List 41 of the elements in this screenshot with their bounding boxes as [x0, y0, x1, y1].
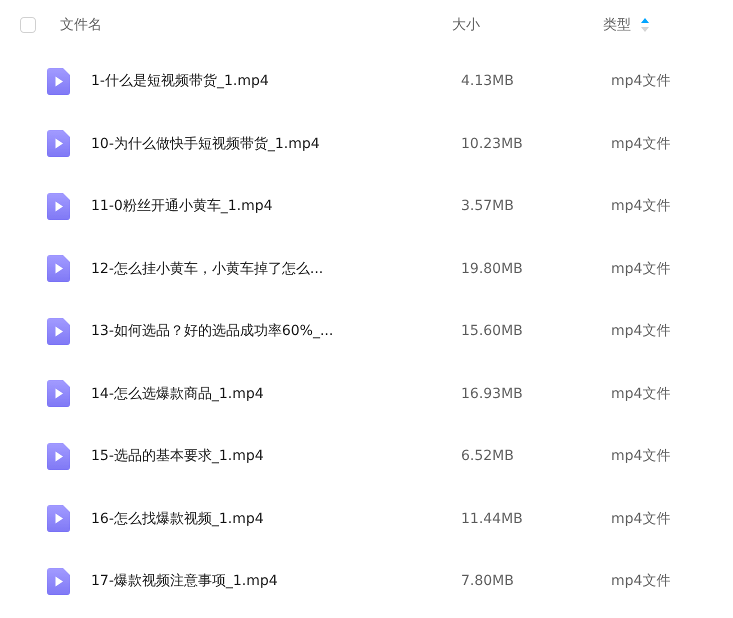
video-file-icon	[47, 130, 70, 158]
file-name[interactable]: 14-怎么选爆款商品_1.mp4	[91, 384, 461, 403]
file-size: 10.23MB	[461, 136, 524, 152]
file-name[interactable]: 12-怎么挂小黄车，小黄车掉了怎么...	[91, 260, 461, 278]
video-file-icon	[47, 568, 70, 595]
video-file-icon	[47, 255, 70, 282]
file-name[interactable]: 17-爆款视频注意事项_1.mp4	[91, 572, 461, 590]
file-size: 7.80MB	[461, 573, 515, 590]
file-name[interactable]: 15-选品的基本要求_1.mp4	[91, 447, 461, 466]
file-type: mp4文件	[611, 384, 670, 403]
column-header[interactable]: 文件名	[60, 16, 452, 34]
file-size: 3.57MB	[461, 198, 515, 214]
video-file-icon	[47, 442, 70, 470]
file-type: mp4文件	[611, 447, 670, 466]
video-file-icon	[47, 68, 70, 95]
file-size: 16.93MB	[461, 386, 524, 402]
sort-icon[interactable]	[641, 18, 649, 32]
file-type: mp4文件	[611, 134, 670, 153]
file-size: 19.80MB	[461, 260, 524, 277]
file-type: mp4文件	[611, 572, 670, 590]
file-type: mp4文件	[611, 197, 670, 216]
video-file-icon	[47, 318, 70, 345]
column-header[interactable]: 类型	[603, 16, 631, 34]
file-size: 4.13MB	[461, 73, 515, 90]
video-file-icon	[47, 192, 70, 220]
select-all-checkbox[interactable]	[20, 17, 36, 33]
file-size: 15.60MB	[461, 323, 524, 340]
file-type: mp4文件	[611, 322, 670, 340]
video-file-icon	[47, 380, 70, 408]
column-header[interactable]: 大小	[452, 16, 603, 34]
file-type: mp4文件	[611, 72, 670, 90]
file-name[interactable]: 13-如何选品？好的选品成功率60%_...	[91, 322, 461, 340]
file-type: mp4文件	[611, 260, 670, 278]
file-name[interactable]: 11-0粉丝开通小黄车_1.mp4	[91, 197, 461, 216]
file-name[interactable]: 10-为什么做快手短视频带货_1.mp4	[91, 134, 461, 153]
file-size: 6.52MB	[461, 448, 515, 464]
file-name[interactable]: 1-什么是短视频带货_1.mp4	[91, 72, 461, 90]
file-type: mp4文件	[611, 510, 670, 528]
file-name[interactable]: 16-怎么找爆款视频_1.mp4	[91, 510, 461, 528]
video-file-icon	[47, 505, 70, 532]
file-size: 11.44MB	[461, 510, 524, 527]
